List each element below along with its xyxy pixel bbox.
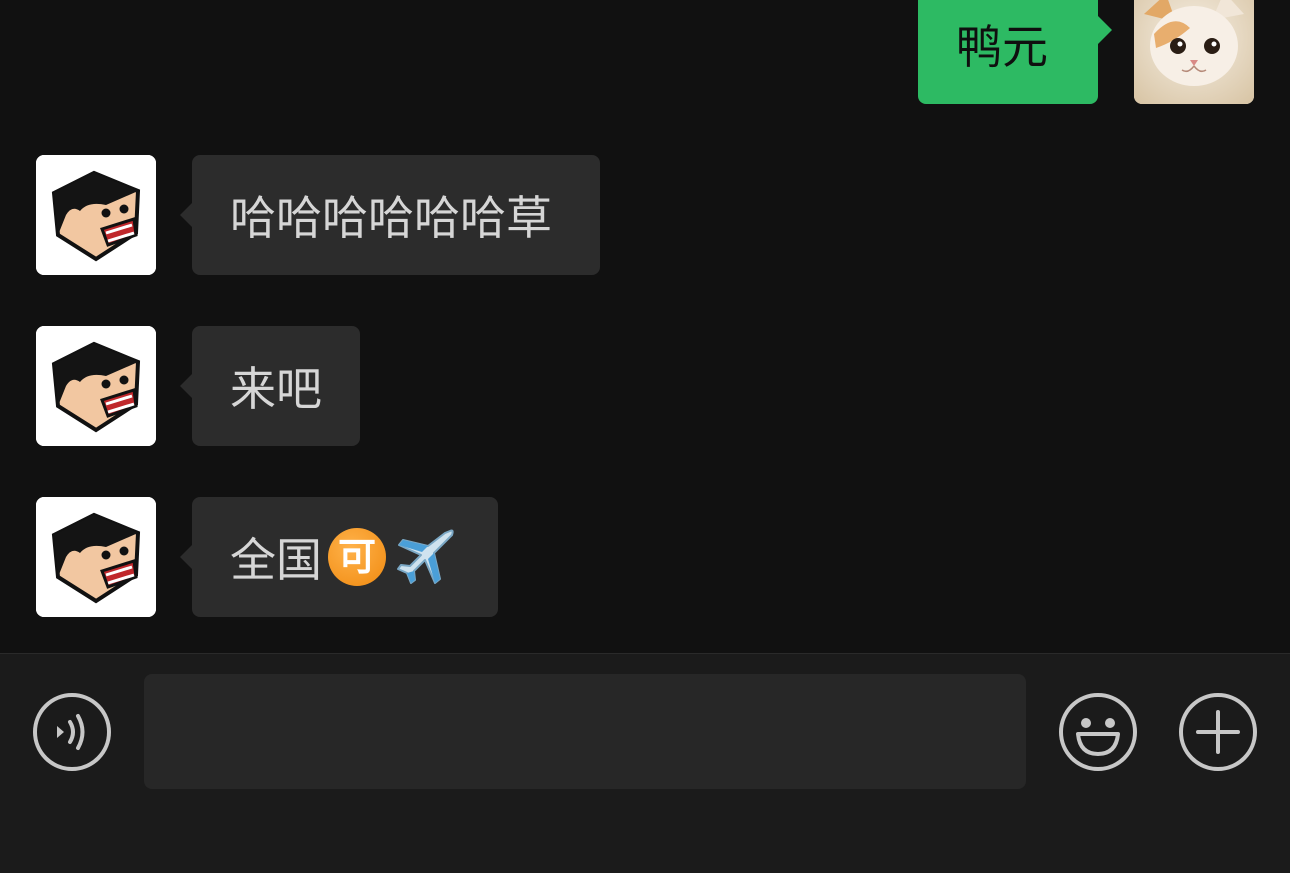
message-bubble-outgoing[interactable]: 鸭元 xyxy=(918,0,1112,104)
message-text: 鸭元 xyxy=(956,20,1048,74)
cartoon-face-icon xyxy=(36,326,156,446)
cat-photo-icon xyxy=(1134,0,1254,104)
circled-ke-emoji: 可 xyxy=(328,528,386,586)
plus-icon xyxy=(1179,693,1257,771)
emoji-button[interactable] xyxy=(1058,692,1138,772)
cartoon-face-avatar[interactable] xyxy=(36,155,156,275)
cartoon-face-icon xyxy=(36,497,156,617)
voice-icon xyxy=(33,693,111,771)
cat-photo-avatar[interactable] xyxy=(1134,0,1254,104)
message-bubble-incoming[interactable]: 来吧 xyxy=(180,326,360,446)
message-bubble-incoming[interactable]: 哈哈哈哈哈哈草 xyxy=(180,155,600,275)
voice-button[interactable] xyxy=(32,692,112,772)
cartoon-face-avatar[interactable] xyxy=(36,497,156,617)
cartoon-face-avatar[interactable] xyxy=(36,326,156,446)
chat-message-list[interactable]: 鸭元 哈哈哈哈哈哈草 来吧 全国 可 xyxy=(0,0,1290,653)
plus-button[interactable] xyxy=(1178,692,1258,772)
cartoon-face-icon xyxy=(36,155,156,275)
airplane-emoji xyxy=(397,529,454,584)
message-text: 全国 xyxy=(230,533,322,587)
message-bubble-incoming[interactable]: 全国 可 xyxy=(180,497,498,617)
smiley-icon xyxy=(1059,693,1137,771)
message-input[interactable] xyxy=(144,674,1026,789)
message-text: 来吧 xyxy=(230,362,322,416)
message-text: 哈哈哈哈哈哈草 xyxy=(230,191,552,245)
